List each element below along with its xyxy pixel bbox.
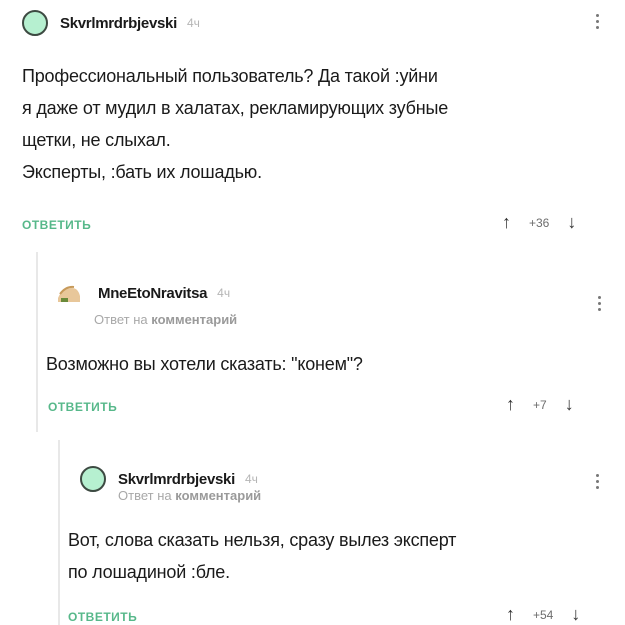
comment-header: MneEtoNravitsa 4ч xyxy=(54,282,230,304)
downvote-icon[interactable]: ↓ xyxy=(565,394,574,415)
downvote-icon[interactable]: ↓ xyxy=(567,212,576,233)
avatar[interactable] xyxy=(54,282,84,304)
timestamp: 4ч xyxy=(186,16,200,30)
vote-controls: ↑ +7 ↓ xyxy=(506,394,574,415)
reply-to-prefix: Ответ на xyxy=(94,312,148,327)
avatar[interactable] xyxy=(22,10,48,36)
comment-line: Вот, слова сказать нельзя, сразу вылез э… xyxy=(68,530,457,550)
comment-text: Профессиональный пользователь? Да такой … xyxy=(22,60,448,188)
timestamp: 4ч xyxy=(244,472,258,486)
more-options-icon[interactable] xyxy=(596,296,602,311)
comment-text: Вот, слова сказать нельзя, сразу вылез э… xyxy=(68,524,456,588)
vote-controls: ↑ +36 ↓ xyxy=(502,212,576,233)
upvote-icon[interactable]: ↑ xyxy=(502,212,511,233)
reply-to-line: Ответ на комментарий xyxy=(118,488,261,503)
comment-line: по лошадиной :бле. xyxy=(68,562,230,582)
comment-3: Skvrlmrdrbjevski 4ч Ответ на комментарий… xyxy=(58,440,625,625)
comment-line: я даже от мудил в халатах, рекламирующих… xyxy=(22,98,449,118)
vote-controls: ↑ +54 ↓ xyxy=(506,604,580,625)
vote-count: +36 xyxy=(529,215,550,230)
more-options-icon[interactable] xyxy=(594,474,600,489)
timestamp: 4ч xyxy=(217,286,231,300)
comment-line: Профессиональный пользователь? Да такой … xyxy=(22,66,438,86)
downvote-icon[interactable]: ↓ xyxy=(571,604,580,625)
username[interactable]: Skvrlmrdrbjevski xyxy=(118,471,235,488)
vote-count: +7 xyxy=(533,397,547,412)
comment-line: щетки, не слыхал. xyxy=(22,130,171,150)
reply-to-link[interactable]: комментарий xyxy=(175,488,261,503)
username[interactable]: Skvrlmrdrbjevski xyxy=(60,15,177,32)
upvote-icon[interactable]: ↑ xyxy=(506,394,515,415)
reply-button[interactable]: ОТВЕТИТЬ xyxy=(68,610,137,624)
vote-count: +54 xyxy=(533,607,554,622)
comment-header: Skvrlmrdrbjevski 4ч xyxy=(22,10,200,36)
comment-line: Возможно вы хотели сказать: "конем"? xyxy=(46,354,363,374)
reply-to-link[interactable]: комментарий xyxy=(151,312,237,327)
upvote-icon[interactable]: ↑ xyxy=(506,604,515,625)
more-options-icon[interactable] xyxy=(594,14,600,29)
comment-1: Skvrlmrdrbjevski 4ч Профессиональный пол… xyxy=(0,0,625,245)
avatar[interactable] xyxy=(80,466,106,492)
reply-button[interactable]: ОТВЕТИТЬ xyxy=(22,218,91,232)
reply-to-prefix: Ответ на xyxy=(118,488,172,503)
comment-2: MneEtoNravitsa 4ч Ответ на комментарий В… xyxy=(36,252,625,432)
reply-to-line: Ответ на комментарий xyxy=(94,312,237,327)
comment-text: Возможно вы хотели сказать: "конем"? xyxy=(46,348,363,380)
username[interactable]: MneEtoNravitsa xyxy=(98,285,207,302)
comment-line: Эксперты, :бать их лошадью. xyxy=(22,162,262,182)
reply-button[interactable]: ОТВЕТИТЬ xyxy=(48,400,117,414)
